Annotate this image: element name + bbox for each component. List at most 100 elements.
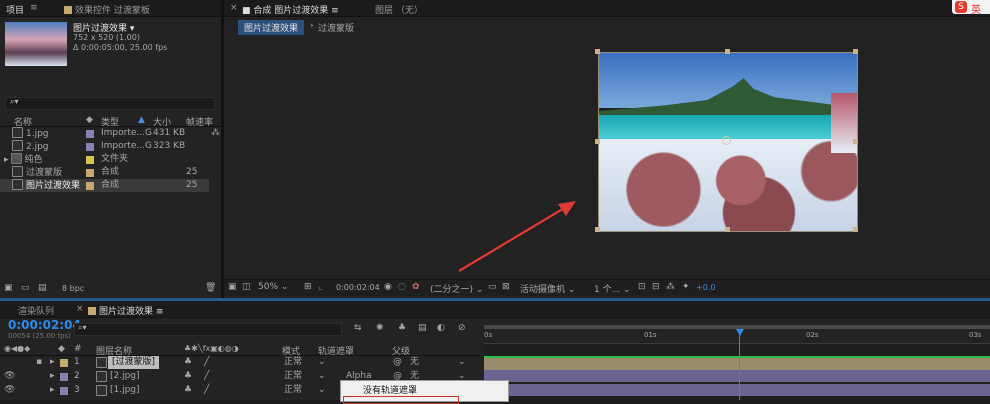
eye-icon[interactable]: 👁 xyxy=(4,384,15,397)
item-type: Importe...G xyxy=(101,128,152,138)
resolution-dropdown[interactable]: (二分之一) ⌄ xyxy=(430,282,483,295)
layer-name[interactable]: [2.jpg] xyxy=(110,370,140,383)
sort-arrow-icon: ▲ xyxy=(138,115,145,125)
interpret-footage-icon[interactable]: ▣ xyxy=(4,283,13,293)
switches-header-icon: ♣✱╲fx▣◐◍◑ xyxy=(184,344,239,353)
playhead[interactable] xyxy=(736,329,744,400)
quality-switch-icon[interactable]: ╱ xyxy=(204,356,209,369)
subtab-current-comp[interactable]: 图片过渡效果 xyxy=(238,20,305,35)
quality-switch-icon[interactable]: ╱ xyxy=(204,384,209,397)
eye-icon[interactable]: 👁 xyxy=(4,370,15,383)
tab-render-queue[interactable]: 渲染队列 xyxy=(18,304,54,317)
ime-badge[interactable]: S 英 xyxy=(952,0,990,16)
transform-handle[interactable] xyxy=(595,227,600,232)
camera-dropdown[interactable]: 活动摄像机 ⌄ xyxy=(520,282,575,295)
motion-blur-icon[interactable]: ◐ xyxy=(437,323,445,333)
project-item[interactable]: 过渡蒙版 合成 25 xyxy=(0,166,221,179)
mode-dropdown-icon: ⌄ xyxy=(318,385,326,395)
transform-handle[interactable] xyxy=(725,49,730,54)
tab-timeline-label: 图片过渡效果 xyxy=(99,307,154,317)
shy-switch-icon[interactable]: ♣ xyxy=(184,356,192,369)
layer-num: 3 xyxy=(74,385,80,395)
graph-editor-icon[interactable]: ⊘ xyxy=(458,323,466,333)
layer-mode[interactable]: 正常 xyxy=(284,370,302,383)
transform-handle[interactable] xyxy=(853,227,858,232)
project-search-input[interactable]: ⌕▾ xyxy=(5,97,215,110)
transform-handle[interactable] xyxy=(595,139,600,144)
draft-3d-icon[interactable]: ✺ xyxy=(376,323,384,333)
tab-project[interactable]: 项目 xyxy=(6,3,24,16)
layer-parent[interactable]: 无 xyxy=(410,356,419,369)
transform-handle[interactable] xyxy=(853,49,858,54)
comp-mini-flowchart-icon[interactable]: ⇆ xyxy=(354,323,362,333)
close-tab-icon[interactable]: × xyxy=(230,3,238,13)
quality-switch-icon[interactable]: ╱ xyxy=(204,370,209,383)
preview-icon[interactable]: ◫ xyxy=(242,282,251,292)
shy-icon[interactable]: ♣ xyxy=(398,323,406,333)
project-item[interactable]: 1.jpg Importe...G 431 KB ⁂ xyxy=(0,127,221,140)
transform-handle[interactable] xyxy=(725,227,730,232)
views-dropdown[interactable]: 1 个... ⌄ xyxy=(594,282,631,295)
channel-icon[interactable]: ✿ xyxy=(412,282,420,292)
grid-icon[interactable]: ⊞ xyxy=(304,282,312,292)
project-item[interactable]: 2.jpg Importe...G 323 KB xyxy=(0,140,221,153)
item-rate: 25 xyxy=(186,180,198,190)
label-swatch xyxy=(60,387,68,395)
hierarchy-icon: ⁂ xyxy=(211,128,220,138)
timeline-search-input[interactable]: ⌕▾ xyxy=(74,323,342,336)
anchor-point-icon[interactable] xyxy=(722,136,731,145)
item-type: 文件夹 xyxy=(101,154,129,164)
new-folder-icon[interactable]: ▭ xyxy=(21,283,30,293)
track-bar-mask[interactable] xyxy=(484,356,990,370)
tab-composition[interactable]: ■ 合成 图片过渡效果 ≡ xyxy=(242,3,339,16)
viewer-timecode[interactable]: 0:00:02:04 xyxy=(336,283,380,292)
layer-mode[interactable]: 正常 xyxy=(284,384,302,397)
transform-handle[interactable] xyxy=(595,49,600,54)
menu-item-no-matte[interactable]: 没有轨道遮罩 xyxy=(363,383,417,396)
pixel-aspect-icon[interactable]: ⊟ xyxy=(652,282,660,292)
frame-blend-icon[interactable]: ▤ xyxy=(418,323,427,333)
camera-icon[interactable]: ◉ xyxy=(384,282,392,292)
layer-num: 2 xyxy=(74,371,80,381)
pickwhip-icon[interactable]: @ xyxy=(393,356,402,369)
bpc-label[interactable]: 8 bpc xyxy=(62,284,84,293)
mask-icon[interactable]: ◌ xyxy=(398,282,406,292)
layer-mode[interactable]: 正常 xyxy=(284,356,302,369)
close-tab-icon[interactable]: × xyxy=(76,304,84,314)
transition-overlay xyxy=(831,93,857,153)
item-size: 323 KB xyxy=(153,141,186,151)
track-bar-2[interactable] xyxy=(484,370,990,382)
exposure-value[interactable]: +0.0 xyxy=(696,283,715,292)
playhead-handle-icon[interactable] xyxy=(736,329,744,336)
roi-icon[interactable]: ▭ xyxy=(488,282,497,292)
layer-column-header: ◉◀●◆ ◆ # 图层名称 ♣✱╲fx▣◐◍◑ 模式 轨道遮罩 父级 xyxy=(0,344,480,357)
layer-name[interactable]: [1.jpg] xyxy=(110,384,140,397)
shy-switch-icon[interactable]: ♣ xyxy=(184,384,192,397)
trash-icon[interactable]: 🗑 xyxy=(205,283,216,293)
zoom-dropdown[interactable]: 50% ⌄ xyxy=(258,282,288,292)
expand-arrow-icon: ▸ xyxy=(50,357,55,367)
project-item[interactable]: ▸ 纯色 文件夹 xyxy=(0,153,221,166)
new-comp-icon[interactable]: ▤ xyxy=(38,283,47,293)
tab-effect-controls[interactable]: 效果控件 过渡蒙板 xyxy=(64,3,150,16)
region-icon[interactable]: ⌞ xyxy=(318,282,322,292)
track-bar-1[interactable] xyxy=(484,384,990,396)
label-tag-icon: ◆ xyxy=(58,344,65,354)
reset-exposure-icon[interactable]: ✦ xyxy=(682,282,690,292)
project-item-selected[interactable]: 图片过渡效果 合成 25 xyxy=(0,179,209,192)
fast-preview-icon[interactable]: ⊡ xyxy=(638,282,646,292)
flowchart-icon[interactable]: ⁂ xyxy=(666,282,675,292)
current-time[interactable]: 0:00:02:04 xyxy=(8,318,81,332)
search-icon: ⌕▾ xyxy=(10,97,19,106)
snapshot-icon[interactable]: ▣ xyxy=(228,282,237,292)
tab-menu-icon[interactable]: ≡ xyxy=(30,3,38,13)
layer-row[interactable]: ▪ ▸ 1 [过渡蒙版] ♣ ╱ 正常 ⌄ @ 无 ⌄ xyxy=(0,356,480,369)
tab-timeline-comp[interactable]: 图片过渡效果 ≡ xyxy=(88,304,163,317)
transform-handle[interactable] xyxy=(853,139,858,144)
tab-layer[interactable]: 图层 （无） xyxy=(375,3,423,16)
shy-switch-icon[interactable]: ♣ xyxy=(184,370,192,383)
subtab-mask-comp[interactable]: 过渡蒙版 xyxy=(318,21,354,34)
transparency-grid-icon[interactable]: ⊠ xyxy=(502,282,510,292)
layer-name[interactable]: [过渡蒙版] xyxy=(108,356,160,369)
composition-icon xyxy=(96,357,107,368)
